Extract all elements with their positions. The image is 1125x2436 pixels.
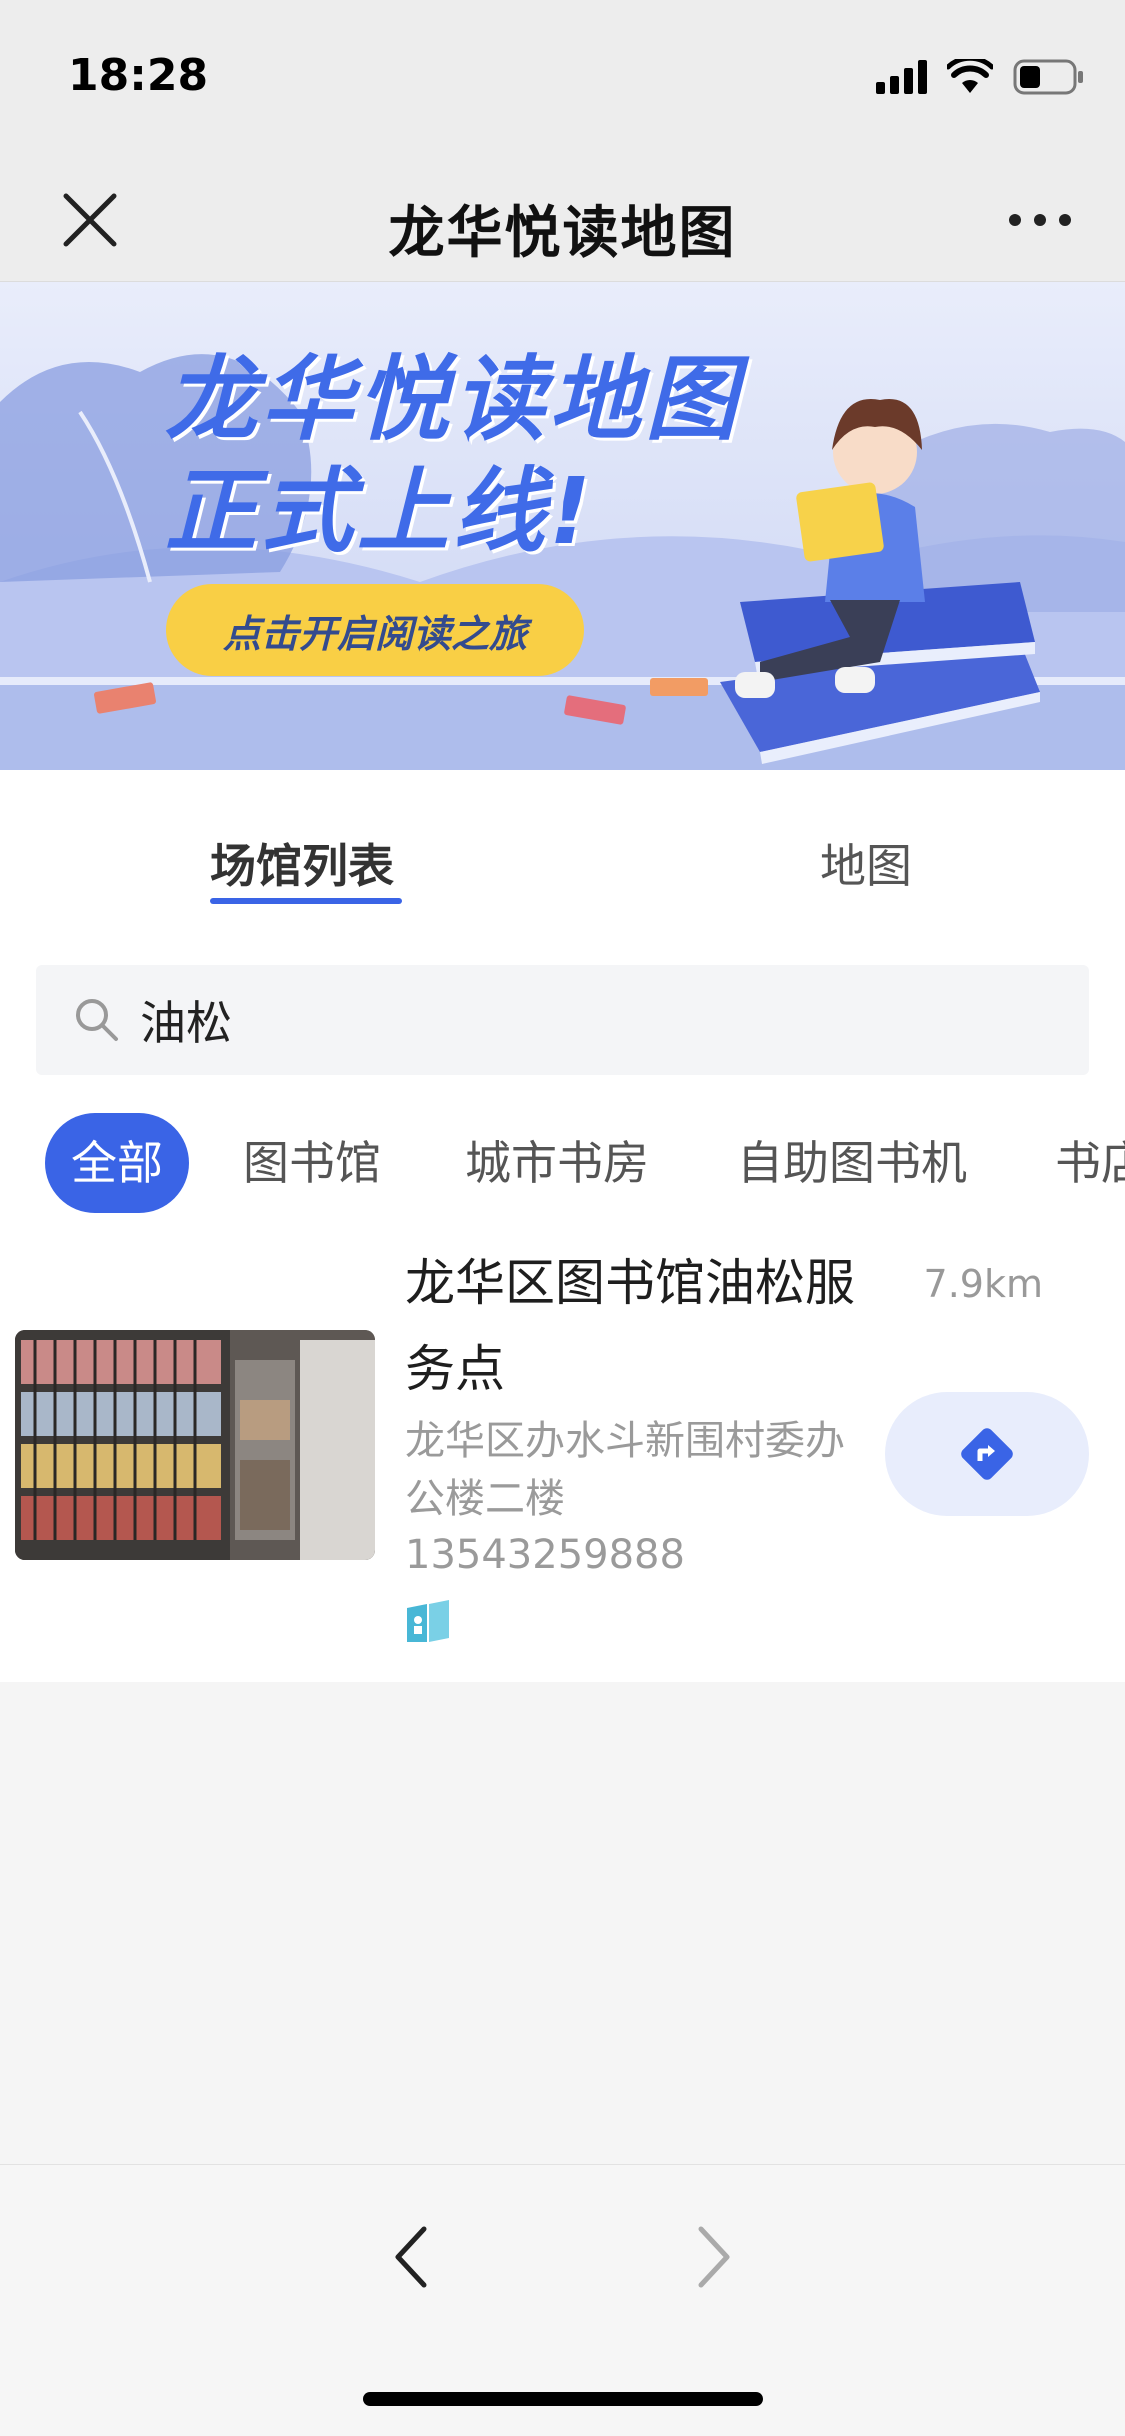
nav-bar: 龙华悦读地图 (0, 160, 1125, 282)
search-bar[interactable] (36, 965, 1089, 1075)
venue-phone[interactable]: 13543259888 (405, 1532, 685, 1578)
banner-headline: 龙华悦读地图 正式上线! (165, 344, 741, 568)
banner-headline-line1: 龙华悦读地图 (165, 346, 742, 453)
navigate-button[interactable] (885, 1392, 1089, 1516)
venue-type-book-icon (407, 1600, 449, 1642)
filter-chip-bookstore[interactable]: 书店 (1055, 1113, 1125, 1213)
bookshelf-image (15, 1330, 375, 1560)
content-panel: 场馆列表 地图 全部 图书馆 城市书房 自助图书机 书店 (0, 770, 1125, 1682)
venue-distance: 7.9km (923, 1262, 1043, 1306)
filter-chip-library[interactable]: 图书馆 (243, 1113, 381, 1213)
page-title: 龙华悦读地图 (388, 201, 737, 266)
venue-name[interactable]: 龙华区图书馆油松服务点 (405, 1240, 855, 1412)
banner-headline-line2: 正式上线! (165, 458, 595, 565)
filter-chip-city-study[interactable]: 城市书房 (465, 1113, 649, 1213)
filter-chip-all[interactable]: 全部 (45, 1113, 189, 1213)
navigate-icon (961, 1428, 1013, 1480)
chevron-left-icon[interactable] (390, 2223, 430, 2291)
venue-address: 龙华区办水斗新围村委办公楼二楼 (405, 1418, 845, 1522)
category-filter-bar: 全部 图书馆 城市书房 自助图书机 书店 (0, 1105, 1125, 1215)
venue-photo (15, 1330, 375, 1560)
banner-cta-button[interactable]: 点击开启阅读之旅 (166, 584, 584, 676)
tab-bar: 场馆列表 地图 (0, 770, 1125, 910)
wifi-icon (947, 59, 993, 93)
home-indicator[interactable] (363, 2392, 763, 2406)
search-input[interactable] (138, 965, 1038, 1075)
browser-bottom-bar (0, 2164, 1125, 2436)
status-icons (876, 58, 1085, 96)
status-bar: 18:28 (0, 0, 1125, 160)
promo-banner[interactable]: 龙华悦读地图 正式上线! 点击开启阅读之旅 (0, 282, 1125, 770)
tab-venue-list[interactable]: 场馆列表 (210, 830, 394, 896)
tab-map[interactable]: 地图 (820, 830, 912, 896)
status-time: 18:28 (68, 50, 209, 101)
venue-list-item[interactable]: 龙华区图书馆油松服务点 7.9km 龙华区办水斗新围村委办公楼二楼 135432… (0, 1240, 1125, 1670)
filter-chip-self-service-machine[interactable]: 自助图书机 (737, 1113, 967, 1213)
active-tab-indicator (210, 898, 402, 904)
chevron-right-icon[interactable] (695, 2223, 735, 2291)
cellular-signal-icon (876, 60, 927, 94)
search-icon (76, 999, 118, 1041)
battery-icon (1013, 59, 1083, 95)
more-icon[interactable] (1005, 210, 1075, 230)
